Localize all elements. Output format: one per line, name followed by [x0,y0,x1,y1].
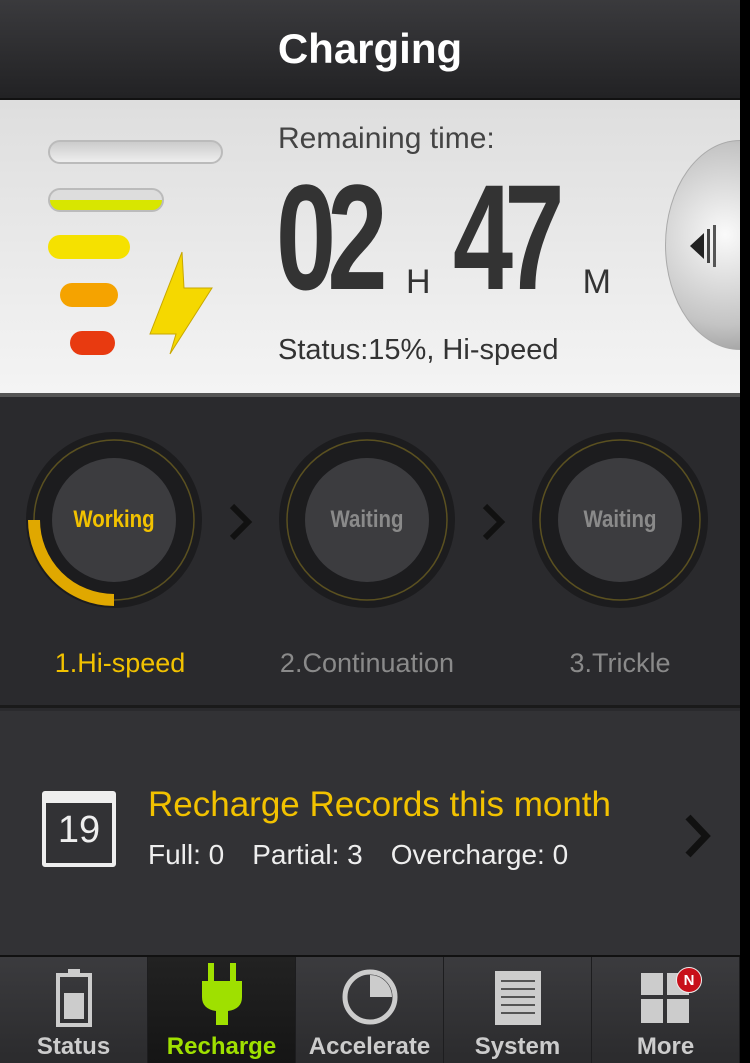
calendar-icon: 19 [42,791,116,867]
stage-3-label: 3.Trickle [569,648,671,678]
status-text: Status:15%, Hi-speed [278,334,559,366]
partial-count: Partial: 3 [252,839,363,870]
remaining-time: 02 H 47 M [276,153,633,321]
lightning-icon [149,251,213,355]
tab-label: Status [36,1033,111,1060]
tab-system[interactable]: System [444,957,592,1063]
minutes-unit: M [582,263,611,301]
plug-icon [201,963,242,1025]
level-bar-full [48,140,223,164]
hours-value: 02 [276,153,387,321]
tab-status[interactable]: Status [0,957,148,1063]
tab-label: System [474,1033,561,1060]
remaining-label: Remaining time: [278,122,495,155]
charging-stages: Working Waiting Waiting 1.Hi-speed 2.Con… [0,400,740,708]
tab-label: More [636,1033,695,1060]
stage-3-state: Waiting [583,506,657,533]
minutes-value: 47 [452,153,564,321]
page-title: Charging [277,25,463,72]
app: Charging Remaining time: 02 H 47 M Statu… [0,0,740,1063]
hours-unit: H [406,263,431,301]
tab-more[interactable]: N More [592,957,740,1063]
pie-icon [342,969,397,1025]
charge-panel: Remaining time: 02 H 47 M Status:15%, Hi… [0,100,740,397]
tab-bar: Status Recharge Accelerate System N More [0,955,740,1063]
overcharge-count: Overcharge: 0 [390,839,569,870]
slide-knob[interactable] [665,140,740,350]
stage-1-label: 1.Hi-speed [54,648,186,678]
records-summary: Full: 0 Partial: 3 Overcharge: 0 [148,839,568,871]
recharge-records[interactable]: 19 Recharge Records this month Full: 0 P… [0,711,740,955]
tab-recharge[interactable]: Recharge [148,957,296,1063]
battery-icon [55,969,92,1027]
level-bar-critical [70,331,115,355]
tab-label: Accelerate [308,1033,431,1060]
notepad-icon [494,971,541,1025]
chevron-right-icon [482,503,506,541]
chevron-right-icon [685,814,711,858]
stage-2-label: 2.Continuation [279,648,455,678]
records-title: Recharge Records this month [148,785,611,824]
full-count: Full: 0 [148,839,225,870]
notification-badge: N [676,967,702,993]
header: Charging [0,0,740,100]
tab-accelerate[interactable]: Accelerate [296,957,444,1063]
collapse-arrow-icon [690,225,716,267]
stage-1-state: Working [73,506,155,533]
level-bar-low [60,283,118,307]
level-bar-mid [48,235,130,259]
stage-2-state: Waiting [330,506,404,533]
level-bar-high [48,188,164,212]
chevron-right-icon [229,503,253,541]
tab-label: Recharge [166,1033,277,1060]
